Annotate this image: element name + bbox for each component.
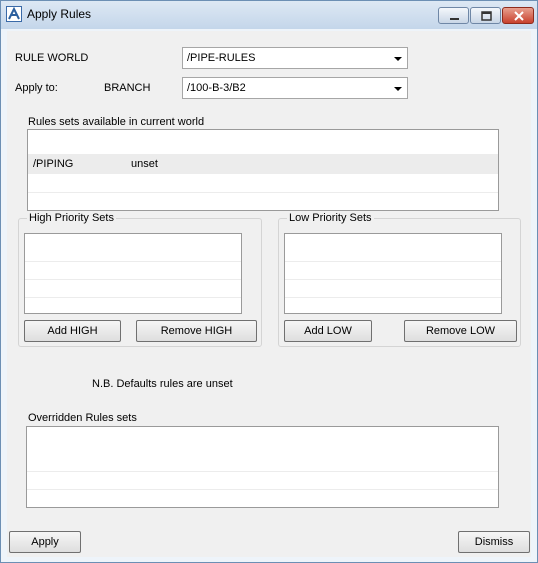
close-icon [514,11,524,21]
overridden-label: Overridden Rules sets [28,412,137,424]
apply-to-label: Apply to: [15,82,58,94]
window-title: Apply Rules [27,7,92,21]
list-divider [25,297,241,298]
minimize-icon [450,18,459,20]
add-high-button[interactable]: Add HIGH [24,320,121,342]
defaults-note: N.B. Defaults rules are unset [92,378,233,390]
overridden-list[interactable] [26,426,499,508]
chevron-down-icon [394,57,402,61]
list-divider [285,297,501,298]
close-button[interactable] [502,7,534,24]
ruleset-status: unset [131,158,158,170]
maximize-icon [481,11,492,21]
title-bar[interactable]: Apply Rules [1,1,537,29]
list-divider [25,261,241,262]
list-divider [285,279,501,280]
rulesets-label: Rules sets available in current world [28,116,205,128]
apply-rules-window: Apply Rules RULE WORLD /PIPE-RULES Apply… [0,0,538,563]
dismiss-button[interactable]: Dismiss [458,531,530,553]
apply-to-value: /100-B-3/B2 [187,82,246,94]
list-divider [27,471,498,472]
rule-world-dropdown[interactable]: /PIPE-RULES [182,47,408,69]
maximize-button[interactable] [470,7,501,24]
apply-button[interactable]: Apply [9,531,81,553]
low-priority-label: Low Priority Sets [287,212,374,224]
list-divider [28,192,498,193]
list-divider [27,489,498,490]
high-priority-group: High Priority Sets Add HIGH Remove HIGH [18,212,262,347]
high-priority-label: High Priority Sets [27,212,116,224]
low-priority-list[interactable] [284,233,502,314]
list-divider [25,279,241,280]
chevron-down-icon [394,87,402,91]
rule-world-value: /PIPE-RULES [187,52,256,64]
remove-high-button[interactable]: Remove HIGH [136,320,257,342]
dialog-content: RULE WORLD /PIPE-RULES Apply to: BRANCH … [7,31,531,557]
high-priority-list[interactable] [24,233,242,314]
low-priority-group: Low Priority Sets Add LOW Remove LOW [278,212,521,347]
apply-to-type: BRANCH [104,82,151,94]
remove-low-button[interactable]: Remove LOW [404,320,517,342]
app-icon [6,6,22,22]
rule-world-label: RULE WORLD [15,52,89,64]
rulesets-list[interactable]: /PIPING unset [27,129,499,211]
ruleset-name: /PIPING [33,158,74,170]
apply-to-dropdown[interactable]: /100-B-3/B2 [182,77,408,99]
minimize-button[interactable] [438,7,469,24]
list-item[interactable]: /PIPING unset [28,155,498,174]
list-divider [285,261,501,262]
add-low-button[interactable]: Add LOW [284,320,372,342]
